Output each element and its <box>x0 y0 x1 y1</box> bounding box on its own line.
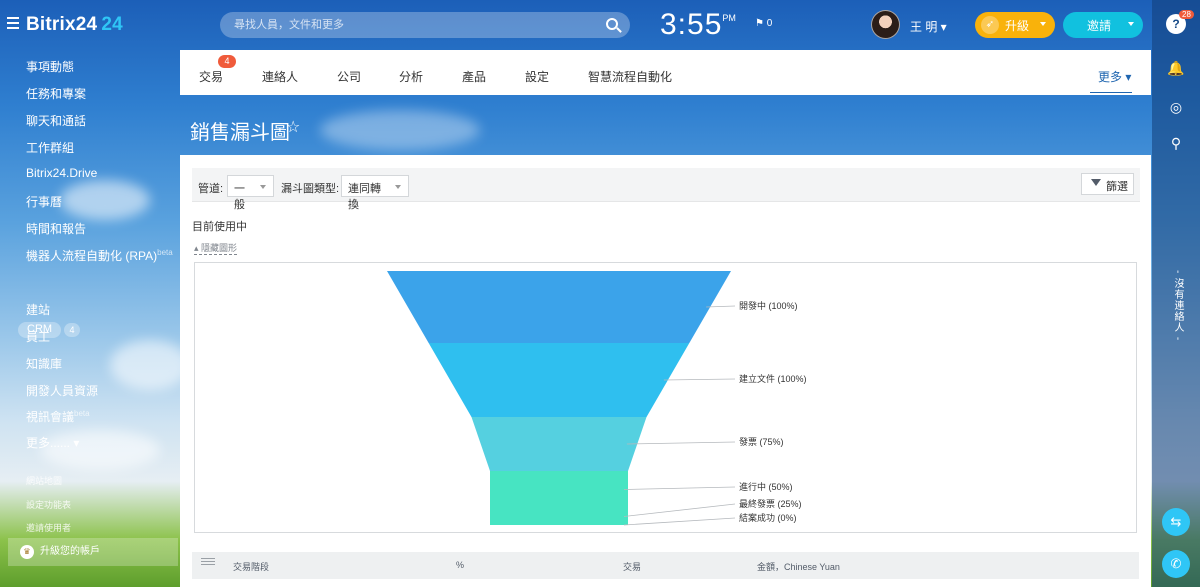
filter-button[interactable]: 篩選 <box>1081 173 1134 195</box>
cloud <box>320 110 480 150</box>
funnel-leader-line <box>663 378 736 381</box>
menu-item-developer[interactable]: 開發人員資源 <box>26 382 98 399</box>
crown-icon: ♛ <box>20 545 34 559</box>
menu-item-chat[interactable]: 聊天和通話 <box>26 112 86 129</box>
logo[interactable]: Bitrix24 24 <box>26 14 123 36</box>
column-settings-icon[interactable] <box>201 558 215 568</box>
tab-more[interactable]: 更多 ▾ <box>1098 68 1131 85</box>
phone-icon[interactable]: ✆ <box>1162 550 1190 578</box>
tab-settings[interactable]: 設定 <box>525 68 549 85</box>
tab-companies[interactable]: 公司 <box>337 68 361 85</box>
tab-more-underline <box>1090 92 1132 93</box>
menu-item-knowledge[interactable]: 知識庫 <box>26 355 62 372</box>
menu-item-employees[interactable]: 員工 <box>26 328 50 345</box>
funnel-icon <box>1091 179 1101 186</box>
funnel-stage-label: 最終發票 (25%) <box>739 498 802 509</box>
funnel-stage-label: 開發中 (100%) <box>739 300 798 311</box>
hide-chart-link[interactable]: ▴ 隱藏圖形 <box>194 241 238 255</box>
funnel-chart-box: 開發中 (100%) 建立文件 (100%) 發票 (75%) 進行中 (50%) 最終… <box>194 262 1137 533</box>
menu-item-time-reports[interactable]: 時間和報告 <box>26 220 86 237</box>
upgrade-button[interactable]: ➶ 升級 <box>975 12 1055 38</box>
search-box <box>220 12 630 38</box>
funnel-leader-line <box>623 486 736 490</box>
search-input[interactable] <box>220 12 580 38</box>
funnel-segment[interactable] <box>387 271 731 343</box>
menu-sitemap-link[interactable]: 網站地圖 <box>26 474 62 487</box>
crm-tabs: 交易 連絡人 公司 分析 產品 設定 智慧流程自動化 更多 ▾ <box>180 50 1151 95</box>
tab-products[interactable]: 產品 <box>462 68 486 85</box>
page-title: 銷售漏斗圖 <box>190 122 290 144</box>
chevron-down-icon <box>395 185 401 189</box>
funnel-segment[interactable] <box>490 471 628 508</box>
menu-item-more[interactable]: 更多...... ▾ <box>26 434 79 451</box>
funnel-segment[interactable] <box>471 417 647 471</box>
funnel-leader-line <box>626 441 736 445</box>
col-amount[interactable]: 金額，Chinese Yuan <box>757 560 840 573</box>
flag-counter[interactable]: ⚑ 0 <box>755 18 772 29</box>
avatar[interactable] <box>871 10 900 39</box>
menu-item-workgroups[interactable]: 工作群組 <box>26 139 74 156</box>
menu-burger-icon[interactable] <box>7 17 19 29</box>
invite-button[interactable]: 邀請 <box>1063 12 1143 38</box>
search-icon[interactable]: ⚲ <box>1166 133 1186 153</box>
menu-item-tasks[interactable]: 任務和專案 <box>26 85 86 102</box>
funnel-type-label: 漏斗圖類型: <box>281 183 340 195</box>
cloud <box>110 340 190 390</box>
user-menu[interactable]: 王 明 ▾ <box>910 18 947 35</box>
star-icon[interactable]: ☆ <box>286 117 300 137</box>
tab-deals[interactable]: 交易 <box>199 68 223 85</box>
rocket-icon: ➶ <box>981 16 999 34</box>
chevron-down-icon <box>1040 22 1046 26</box>
help-badge: 28 <box>1179 10 1194 19</box>
menu-item-video[interactable]: 視訊會議beta <box>26 408 90 425</box>
bell-icon[interactable]: 🔔 <box>1166 58 1186 78</box>
pipeline-label: 管道: <box>198 183 224 195</box>
cloud <box>60 180 150 220</box>
chat-icon[interactable]: ◎ <box>1166 97 1186 117</box>
current-in-use-label: 目前使用中 <box>192 221 247 233</box>
chevron-down-icon <box>1128 22 1134 26</box>
contacts-empty-label: - 沒有連絡人 - <box>1172 270 1183 342</box>
funnel-stage-label: 建立文件 (100%) <box>739 373 807 384</box>
funnel-leader-line <box>623 503 736 517</box>
open-lines-icon[interactable]: ⇆ <box>1162 508 1190 536</box>
col-stage[interactable]: 交易階段 <box>233 560 269 573</box>
funnel-chart: 開發中 (100%) 建立文件 (100%) 發票 (75%) 進行中 (50%) 最終… <box>387 271 807 526</box>
chevron-down-icon <box>260 185 266 189</box>
tab-contacts[interactable]: 連絡人 <box>262 68 298 85</box>
menu-item-calendar[interactable]: 行事曆 <box>26 193 62 210</box>
col-percent[interactable]: % <box>456 560 464 570</box>
crm-count-badge: 4 <box>64 323 80 337</box>
right-rail: ? 28 🔔 ◎ ⚲ - 沒有連絡人 - ⇆ ✆ <box>1152 0 1200 587</box>
clock[interactable]: 3:55PM <box>660 8 736 42</box>
funnel-stage-label: 結案成功 (0%) <box>739 512 797 523</box>
upgrade-account-button[interactable]: ♛ 升級您的帳戶 <box>8 538 178 566</box>
menu-settings-link[interactable]: 設定功能表 <box>26 498 71 511</box>
funnel-leader-line <box>623 517 736 526</box>
funnel-type-select[interactable]: 連同轉換 <box>341 175 409 211</box>
funnel-stage-label: 進行中 (50%) <box>739 481 793 492</box>
deals-count-badge: 4 <box>218 55 236 68</box>
tab-smart-automation[interactable]: 智慧流程自動化 <box>588 68 672 85</box>
funnel-segment[interactable] <box>428 343 690 417</box>
menu-item-drive[interactable]: Bitrix24.Drive <box>26 166 97 180</box>
menu-item-feed[interactable]: 事項動態 <box>26 58 74 75</box>
tab-analytics[interactable]: 分析 <box>399 68 423 85</box>
menu-item-sites[interactable]: 建站 <box>26 301 50 318</box>
table-header <box>192 552 1139 579</box>
funnel-segment[interactable] <box>490 508 628 525</box>
menu-invite-link[interactable]: 邀請使用者 <box>26 521 71 534</box>
col-deals[interactable]: 交易 <box>623 560 641 573</box>
top-bar: Bitrix2424 3:55PM ⚑ 0 王 明 ▾ ➶ 升級 邀請 <box>0 0 1152 50</box>
pipeline-select[interactable]: 一般 <box>227 175 274 211</box>
funnel-stage-label: 發票 (75%) <box>739 436 784 447</box>
search-icon[interactable] <box>606 18 618 30</box>
menu-item-rpa[interactable]: 機器人流程自動化 (RPA)beta <box>26 247 173 264</box>
